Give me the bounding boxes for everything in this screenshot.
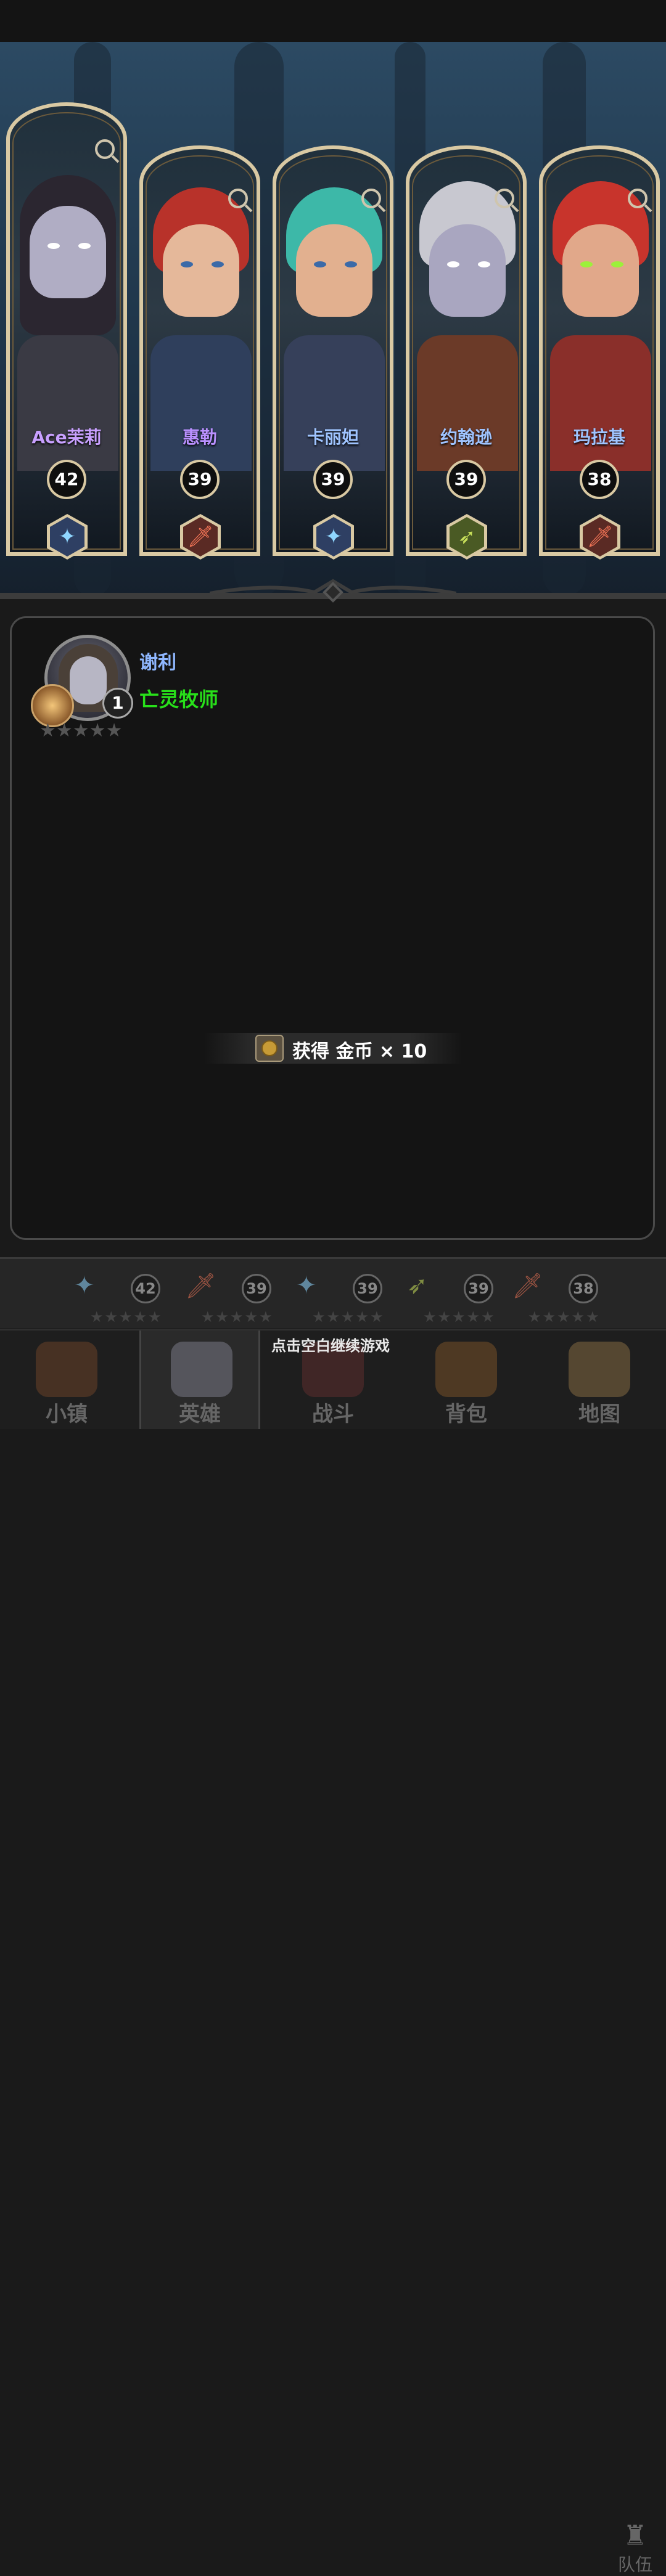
team-slot-stars: ★★★★★ <box>90 1308 163 1326</box>
portrait-body <box>150 335 252 471</box>
portrait-face <box>296 224 372 317</box>
team-slot[interactable]: ➶ 39 ★★★★★ <box>388 1265 506 1327</box>
team-slot-stars: ★★★★★ <box>312 1308 385 1326</box>
hero-name: 惠勒 <box>182 427 217 447</box>
hero-card[interactable]: 玛拉基 38 🗡 <box>539 145 660 560</box>
nav-label: 小镇 <box>46 1402 88 1427</box>
portrait-eyes <box>314 261 357 267</box>
hero-level-badge: 1 <box>102 688 133 719</box>
hero-name: Ace茉莉 <box>31 427 102 447</box>
portrait-body <box>550 335 651 471</box>
backpack-icon <box>435 1342 497 1397</box>
town-icon <box>36 1342 97 1397</box>
hero-card[interactable]: Ace茉莉 42 ✦ <box>6 102 127 560</box>
sword-icon: 🗡 <box>512 1272 543 1300</box>
nav-map[interactable]: 地图 <box>533 1331 666 1429</box>
hero-roster: Ace茉莉 42 ✦ 惠勒 39 🗡 卡丽妲 39 ✦ 约翰逊 39 ➶ 玛拉基… <box>0 0 666 560</box>
team-slot-level: 39 <box>464 1274 493 1303</box>
team-slot-level: 38 <box>569 1274 598 1303</box>
divider-ornament <box>210 579 456 603</box>
chess-piece-icon: ♜ <box>623 2520 648 2551</box>
portrait-body <box>17 335 118 471</box>
portrait-eyes <box>181 261 224 267</box>
sword-icon: 🗡 <box>580 514 620 560</box>
staff-icon: ✦ <box>74 1271 95 1300</box>
nav-label: 战斗 <box>312 1402 354 1427</box>
portrait-face <box>429 224 506 317</box>
sword-icon: 🗡 <box>180 514 221 560</box>
hero-card[interactable]: 约翰逊 39 ➶ <box>406 145 527 560</box>
reward-toast: 获得 金币 × 10 <box>204 1033 462 1064</box>
hero-name: 约翰逊 <box>440 427 492 447</box>
avatar-face <box>70 656 107 704</box>
inspect-icon[interactable] <box>228 189 248 208</box>
portrait-face <box>30 206 106 298</box>
hero-level: 39 <box>313 460 353 499</box>
nav-bag[interactable]: 背包 <box>400 1331 533 1429</box>
team-bar[interactable]: ✦ 42 ★★★★★ 🗡 39 ★★★★★ ✦ 39 ★★★★★ ➶ 39 ★★… <box>0 1257 666 2575</box>
hero-card[interactable]: 卡丽妲 39 ✦ <box>273 145 393 560</box>
heroes-icon <box>171 1342 232 1397</box>
portrait-eyes <box>47 243 91 249</box>
nav-label: 背包 <box>445 1402 487 1427</box>
reward-text: 获得 金币 × 10 <box>292 1041 427 1062</box>
portrait-body <box>284 335 385 471</box>
nav-heroes[interactable]: 英雄 <box>139 1331 260 1429</box>
team-slot[interactable]: 🗡 39 ★★★★★ <box>166 1265 284 1327</box>
portrait-face <box>163 224 239 317</box>
nav-town[interactable]: 小镇 <box>0 1331 133 1429</box>
staff-icon: ✦ <box>296 1271 317 1300</box>
team-slot[interactable]: ✦ 42 ★★★★★ <box>56 1265 173 1327</box>
team-slot-stars: ★★★★★ <box>528 1308 601 1326</box>
portrait-body <box>417 335 518 471</box>
hero-name: 谢利 <box>139 652 176 674</box>
team-slot[interactable]: ✦ 39 ★★★★★ <box>278 1265 395 1327</box>
hero-stars: ★★★★★ <box>39 720 123 741</box>
staff-icon: ✦ <box>313 514 354 560</box>
hero-class: 亡灵牧师 <box>139 688 219 711</box>
inspect-icon[interactable] <box>628 189 648 208</box>
portrait-eyes <box>447 261 490 267</box>
portrait-face <box>562 224 639 317</box>
hero-level: 39 <box>180 460 220 499</box>
team-label: 队伍 <box>617 2554 652 2575</box>
continue-hint: 点击空白继续游戏 <box>271 1337 390 1355</box>
team-slot-stars: ★★★★★ <box>201 1308 274 1326</box>
nav-label: 英雄 <box>179 1402 221 1427</box>
team-slot[interactable]: 🗡 38 ★★★★★ <box>493 1265 610 1327</box>
hero-level: 39 <box>446 460 486 499</box>
gold-coin-icon <box>255 1035 284 1062</box>
hero-level: 42 <box>47 460 86 499</box>
nav-label: 地图 <box>578 1402 620 1427</box>
team-slot-level: 39 <box>353 1274 382 1303</box>
hero-name: 卡丽妲 <box>306 427 359 447</box>
inspect-icon[interactable] <box>95 139 115 159</box>
bow-icon: ➶ <box>446 514 487 560</box>
team-slot-stars: ★★★★★ <box>423 1308 496 1326</box>
map-icon <box>569 1342 630 1397</box>
hero-level: 38 <box>580 460 619 499</box>
team-slot-level: 39 <box>242 1274 271 1303</box>
inspect-icon[interactable] <box>495 189 514 208</box>
hero-card[interactable]: 惠勒 39 🗡 <box>139 145 260 560</box>
staff-icon: ✦ <box>47 514 88 560</box>
portrait-eyes <box>580 261 623 267</box>
inspect-icon[interactable] <box>361 189 381 208</box>
team-slot-level: 42 <box>131 1274 160 1303</box>
hero-name: 玛拉基 <box>573 427 625 447</box>
bow-icon: ➶ <box>407 1271 428 1300</box>
sword-icon: 🗡 <box>185 1272 216 1300</box>
team-button[interactable]: ♜ 队伍 <box>610 2520 660 2576</box>
